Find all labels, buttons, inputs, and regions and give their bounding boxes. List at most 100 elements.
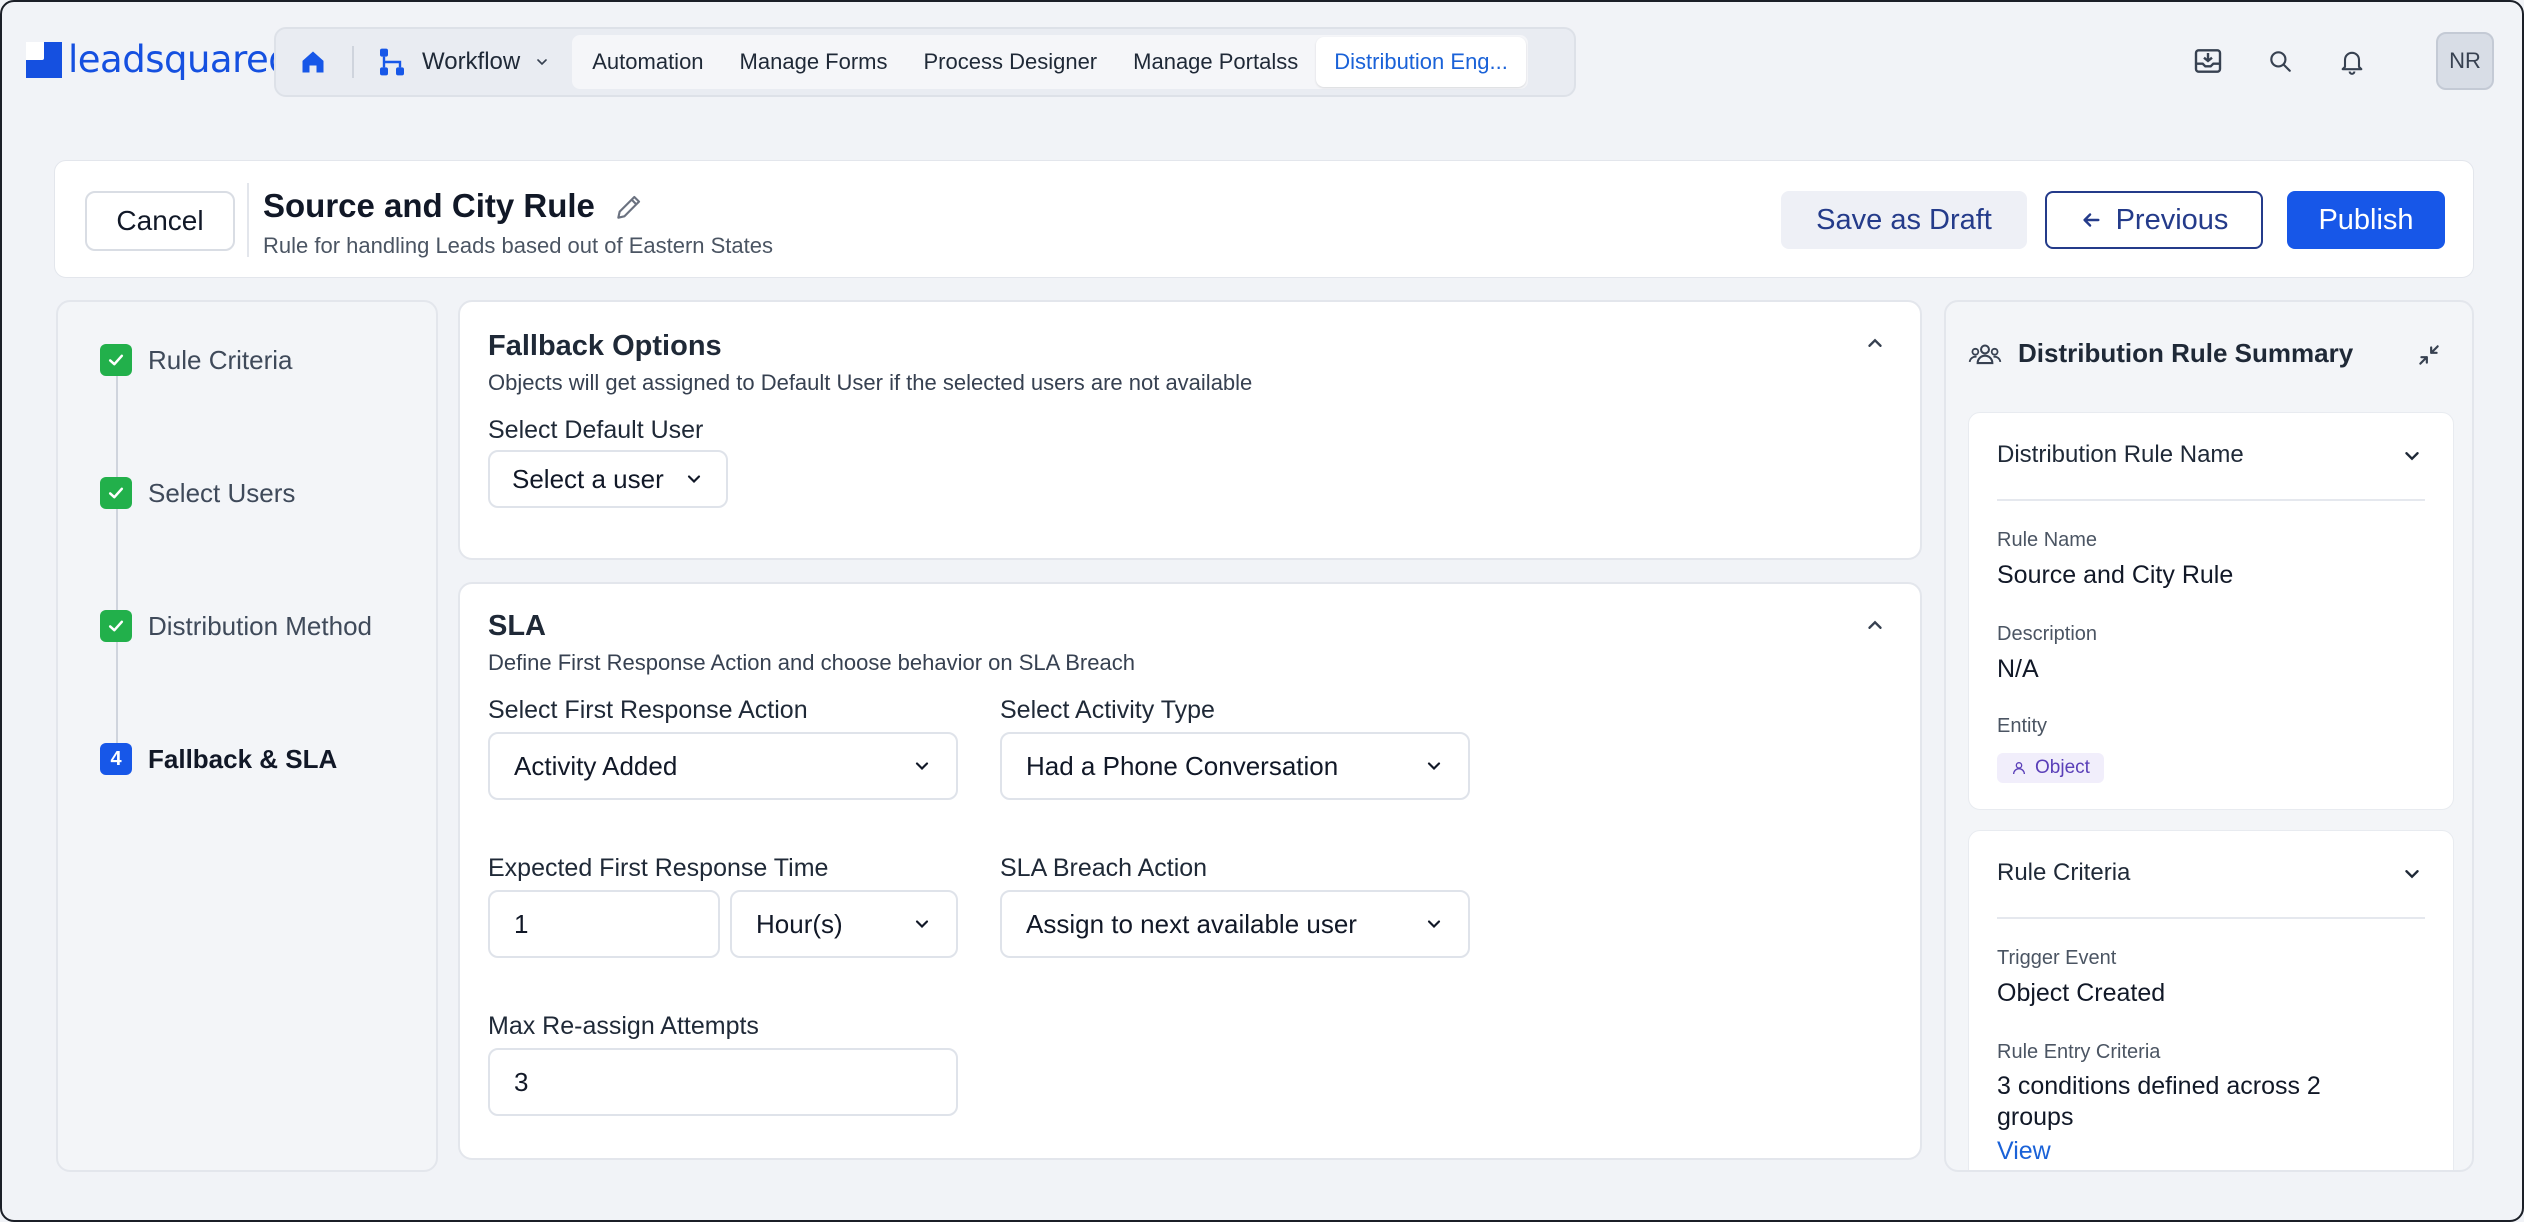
default-user-label: Select Default User xyxy=(488,416,704,444)
check-icon xyxy=(100,477,132,509)
step-label: Rule Criteria xyxy=(148,344,293,375)
page-subtitle: Rule for handling Leads based out of Eas… xyxy=(263,233,774,258)
search-button[interactable] xyxy=(2262,43,2298,79)
home-button[interactable] xyxy=(284,35,342,89)
max-attempts-value: 3 xyxy=(514,1066,529,1097)
check-icon xyxy=(100,344,132,376)
trigger-event-key: Trigger Event xyxy=(1997,947,2117,969)
tab-manage-portals[interactable]: Manage Portalss xyxy=(1115,37,1316,87)
summary-header: Distribution Rule Summary xyxy=(1968,338,2353,369)
notifications-button[interactable] xyxy=(2334,43,2370,79)
first-response-value: Activity Added xyxy=(514,750,678,781)
view-criteria-link[interactable]: View xyxy=(1997,1137,2051,1166)
sla-panel: SLA Define First Response Action and cho… xyxy=(458,582,1922,1160)
user-icon xyxy=(2013,762,2025,775)
entity-key: Entity xyxy=(1997,715,2048,737)
expand-rule-name-button[interactable] xyxy=(2401,445,2423,472)
rule-criteria-card: Rule Criteria Trigger Event Object Creat… xyxy=(1968,830,2454,1170)
chevron-down-icon xyxy=(2405,870,2419,879)
workflow-menu[interactable]: Workflow xyxy=(364,35,566,89)
app-window: leadsquared Workflow Automation Manage F… xyxy=(0,0,2524,1222)
breach-action-select[interactable]: Assign to next available user xyxy=(1000,890,1470,958)
user-avatar[interactable]: NR xyxy=(2436,32,2494,90)
breach-action-label: SLA Breach Action xyxy=(1000,854,1208,882)
search-icon xyxy=(2270,51,2291,72)
activity-type-select[interactable]: Had a Phone Conversation xyxy=(1000,732,1470,800)
check-icon xyxy=(100,610,132,642)
header-divider xyxy=(247,183,249,257)
brand-name: leadsquared xyxy=(68,38,292,81)
step-number: 4 xyxy=(100,743,132,775)
step-distribution-method[interactable]: Distribution Method xyxy=(100,610,372,642)
minimize-icon xyxy=(2419,345,2439,365)
default-user-select[interactable]: Select a user xyxy=(488,450,728,508)
collapse-summary-button[interactable] xyxy=(2416,342,2442,373)
chevron-up-icon xyxy=(1868,620,1882,629)
top-navigation: leadsquared Workflow Automation Manage F… xyxy=(2,2,2522,122)
description-value: N/A xyxy=(1997,655,2039,683)
max-attempts-input[interactable]: 3 xyxy=(488,1048,958,1116)
max-attempts-label: Max Re-assign Attempts xyxy=(488,1012,759,1040)
download-button[interactable] xyxy=(2190,43,2226,79)
top-actions: NR xyxy=(2190,32,2494,90)
step-select-users[interactable]: Select Users xyxy=(100,477,295,509)
sla-title: SLA xyxy=(488,610,546,642)
tab-process-designer[interactable]: Process Designer xyxy=(906,37,1116,87)
activity-type-value: Had a Phone Conversation xyxy=(1026,750,1339,781)
chevron-down-icon xyxy=(1427,762,1441,771)
first-response-label: Select First Response Action xyxy=(488,696,808,724)
tab-manage-forms[interactable]: Manage Forms xyxy=(722,37,906,87)
inbox-download-icon xyxy=(2194,49,2222,73)
rule-name-card: Distribution Rule Name Rule Name Source … xyxy=(1968,412,2454,810)
time-unit-select[interactable]: Hour(s) xyxy=(730,890,958,958)
default-user-value: Select a user xyxy=(512,463,664,494)
chevron-down-icon xyxy=(915,920,929,929)
card-divider xyxy=(1997,499,2425,501)
step-label: Select Users xyxy=(148,477,296,508)
expected-time-label: Expected First Response Time xyxy=(488,854,829,882)
trigger-event-value: Object Created xyxy=(1997,979,2166,1007)
brand-logo[interactable]: leadsquared xyxy=(26,38,292,81)
chevron-up-icon xyxy=(1868,338,1882,347)
chevron-down-icon xyxy=(2405,452,2419,461)
entry-criteria-value: 3 conditions defined across 2 groups xyxy=(1997,1072,2321,1131)
users-group-icon xyxy=(1968,343,2002,364)
logo-mark-icon xyxy=(26,41,62,78)
entity-value: Object xyxy=(2035,757,2090,778)
expand-rule-criteria-button[interactable] xyxy=(2401,863,2423,890)
rule-summary-panel: Distribution Rule Summary Distribution R… xyxy=(1944,300,2474,1172)
edit-title-button[interactable] xyxy=(613,191,645,228)
pencil-icon xyxy=(617,195,641,219)
publish-button[interactable]: Publish xyxy=(2287,191,2445,249)
chevron-down-icon xyxy=(1427,920,1441,929)
entry-criteria-key: Rule Entry Criteria xyxy=(1997,1041,2161,1063)
bell-icon xyxy=(2341,51,2363,75)
arrow-left-icon xyxy=(2082,213,2100,227)
tab-distribution-engine[interactable]: Distribution Eng... xyxy=(1316,37,1526,87)
step-navigation: Rule Criteria Select Users Distribution … xyxy=(56,300,438,1172)
previous-button[interactable]: Previous xyxy=(2045,191,2263,249)
step-fallback-sla[interactable]: 4 Fallback & SLA xyxy=(100,743,337,775)
cancel-button[interactable]: Cancel xyxy=(85,191,235,251)
workflow-icon xyxy=(380,48,404,76)
save-draft-button[interactable]: Save as Draft xyxy=(1781,191,2027,249)
previous-label: Previous xyxy=(2115,203,2229,236)
collapse-fallback-button[interactable] xyxy=(1864,332,1886,359)
step-rule-criteria[interactable]: Rule Criteria xyxy=(100,344,293,376)
workflow-label: Workflow xyxy=(422,48,521,75)
step-label: Fallback & SLA xyxy=(148,743,338,774)
home-icon xyxy=(302,51,324,73)
fallback-title: Fallback Options xyxy=(488,330,722,362)
expected-time-input[interactable]: 1 xyxy=(488,890,720,958)
step-label: Distribution Method xyxy=(148,610,372,641)
rule-name-section-header: Distribution Rule Name xyxy=(1997,441,2244,468)
chevron-down-icon xyxy=(687,475,701,484)
collapse-sla-button[interactable] xyxy=(1864,614,1886,641)
tab-automation[interactable]: Automation xyxy=(574,37,721,87)
first-response-select[interactable]: Activity Added xyxy=(488,732,958,800)
nav-divider xyxy=(352,46,354,78)
rule-name-value: Source and City Rule xyxy=(1997,561,2234,589)
entity-badge: Object xyxy=(1997,753,2104,783)
breach-action-value: Assign to next available user xyxy=(1026,908,1357,939)
module-tabs: Automation Manage Forms Process Designer… xyxy=(572,35,1528,89)
